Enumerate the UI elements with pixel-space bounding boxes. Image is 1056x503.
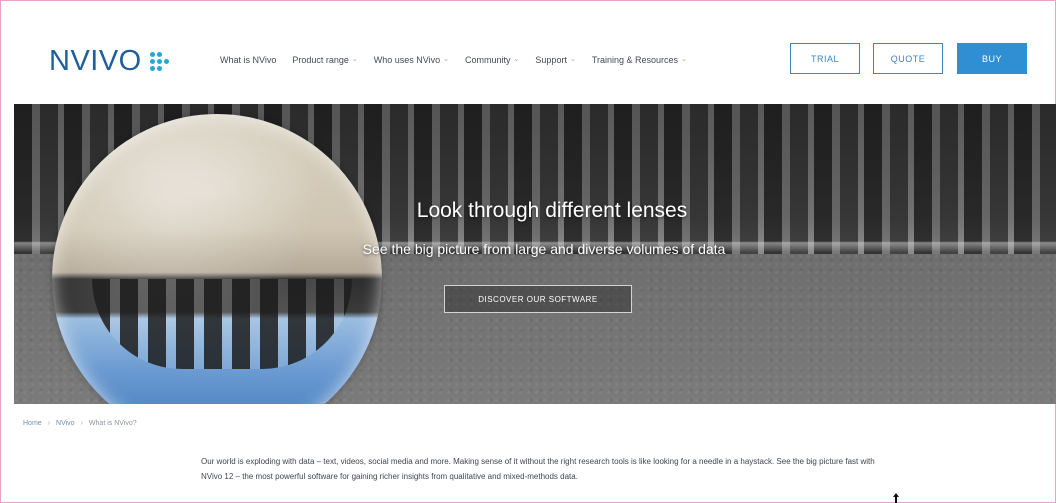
logo-dot	[163, 59, 169, 64]
main-nav: What is NVivo Product range ⌄ Who uses N…	[220, 55, 687, 65]
breadcrumb-current: What is NVivo?	[88, 420, 137, 427]
quote-button[interactable]: QUOTE	[873, 43, 943, 74]
logo-dot	[164, 66, 169, 71]
page-frame: NVIVO What is NVivo Product range ⌄ Who …	[0, 0, 1056, 503]
nav-label: Community	[465, 55, 511, 65]
discover-software-button[interactable]: DISCOVER OUR SOFTWARE	[444, 285, 632, 313]
cursor-icon	[893, 493, 899, 503]
nav-item-support[interactable]: Support ⌄	[535, 55, 575, 65]
nav-label: Product range	[292, 55, 349, 65]
nav-label: Who uses NVivo	[373, 55, 441, 65]
logo-dot	[156, 59, 162, 64]
nav-item-what-is-nvivo[interactable]: What is NVivo	[220, 55, 276, 65]
breadcrumb-nvivo[interactable]: NVivo	[56, 420, 75, 427]
trial-button[interactable]: TRIAL	[790, 43, 860, 74]
chevron-down-icon: ⌄	[513, 56, 520, 63]
chevron-down-icon: ⌄	[569, 56, 576, 63]
chevron-down-icon: ⌄	[681, 56, 687, 63]
nav-item-product-range[interactable]: Product range ⌄	[292, 55, 357, 65]
chevron-right-icon: ›	[80, 420, 83, 427]
breadcrumb-home[interactable]: Home	[23, 420, 42, 427]
logo-text: NVIVO	[49, 45, 142, 77]
nav-item-training-resources[interactable]: Training & Resources ⌄	[592, 55, 687, 65]
logo-dot	[149, 66, 155, 71]
nav-item-who-uses-nvivo[interactable]: Who uses NVivo ⌄	[374, 55, 449, 65]
logo-dot	[164, 52, 169, 57]
site-header: NVIVO What is NVivo Product range ⌄ Who …	[1, 1, 1055, 104]
logo-dot	[156, 52, 162, 57]
chevron-right-icon: ›	[47, 420, 51, 427]
nav-item-community[interactable]: Community ⌄	[465, 55, 519, 65]
hero-subtitle: See the big picture from large and diver…	[362, 241, 726, 257]
logo-dot	[149, 52, 155, 57]
hero-title: Look through different lenses	[416, 199, 688, 222]
nav-label: Support	[535, 55, 567, 65]
hero-banner: Look through different lenses See the bi…	[14, 104, 1056, 404]
nav-label: What is NVivo	[220, 55, 277, 65]
logo-dot	[156, 66, 162, 71]
nav-label: Training & Resources	[591, 55, 679, 65]
breadcrumb: Home › NVivo › What is NVivo?	[23, 420, 137, 427]
intro-paragraph: Our world is exploding with data – text,…	[201, 457, 875, 481]
logo-dots-icon	[149, 52, 169, 71]
buy-button[interactable]: BUY	[957, 43, 1027, 74]
nvivo-logo[interactable]: NVIVO	[49, 45, 169, 78]
chevron-down-icon: ⌄	[351, 56, 358, 63]
chevron-down-icon: ⌄	[443, 56, 450, 63]
logo-dot	[149, 59, 155, 64]
